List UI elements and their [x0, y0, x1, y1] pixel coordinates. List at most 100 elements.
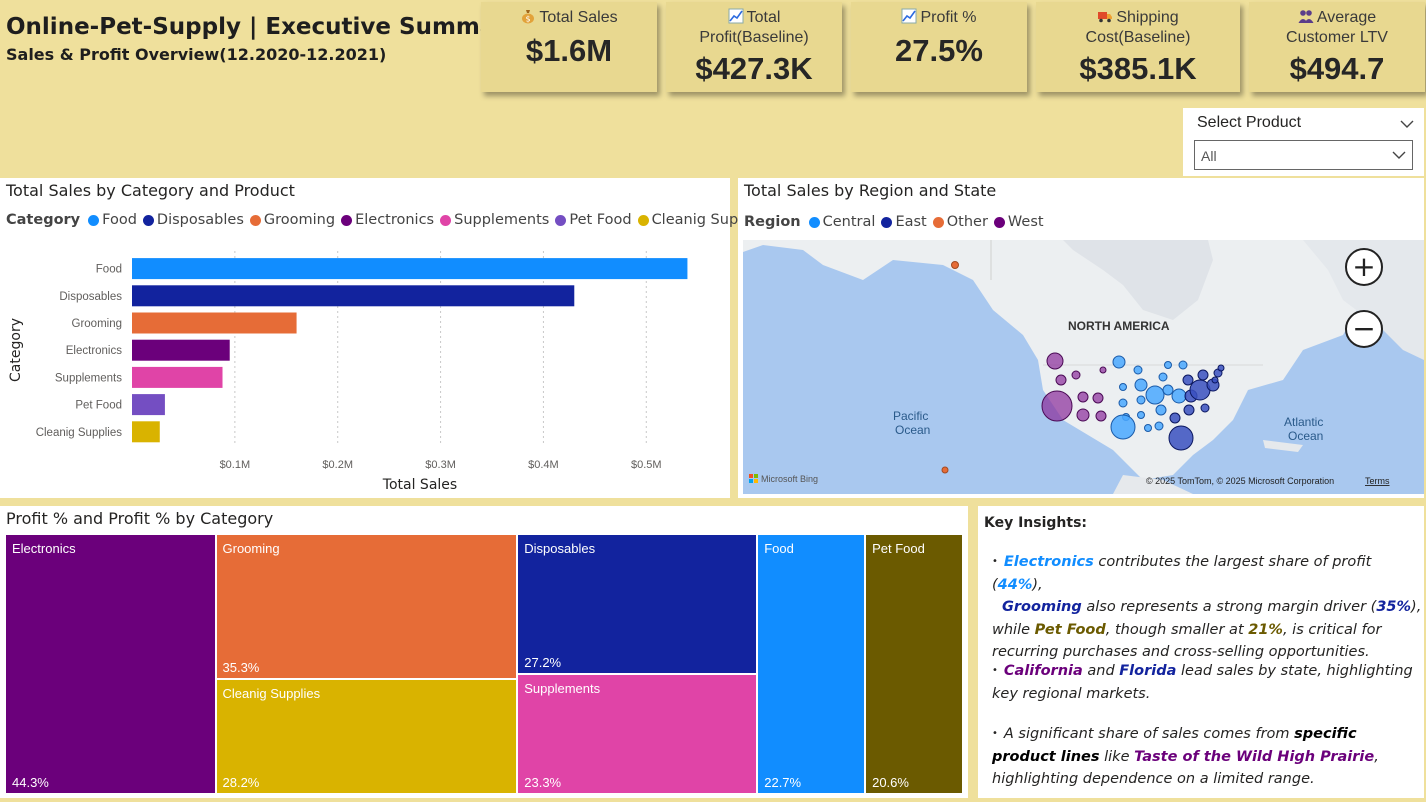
region-legend: Region Central East Other West [744, 214, 1050, 230]
kpi-card-average-ltv[interactable]: Average Customer LTV $494.7 [1249, 2, 1425, 92]
x-tick-label: $0.3M [425, 459, 456, 471]
legend-item-west[interactable]: West [993, 214, 1044, 230]
bar[interactable] [132, 394, 165, 416]
terms-link[interactable]: Terms [1365, 476, 1390, 486]
tile-value-label: 27.2% [524, 655, 562, 671]
microsoft-logo-icon [749, 474, 758, 483]
treemap-tile-electronics[interactable]: Electronics 44.3% [5, 534, 216, 794]
ocean-label: Atlantic [1284, 415, 1323, 429]
state-bubble [1071, 370, 1081, 380]
tile-category-label: Food [764, 541, 794, 556]
ocean-label: Ocean [895, 423, 930, 437]
legend-item-east[interactable]: East [881, 214, 927, 230]
bar[interactable] [132, 258, 688, 280]
bar-plot: $0.1M $0.2M $0.3M $0.4M $0.5M Food Disposables… [8, 251, 688, 493]
state-bubble [1077, 391, 1089, 403]
state-bubble [1200, 403, 1210, 413]
bar[interactable] [132, 285, 575, 307]
tile-value-label: 28.2% [222, 774, 260, 790]
insight-highlight: Florida [1119, 663, 1177, 679]
state-bubble [1164, 361, 1172, 369]
zoom-in-button[interactable]: + [1345, 248, 1383, 286]
x-axis-title: Total Sales [382, 477, 457, 493]
state-bubble [1046, 352, 1064, 370]
state-bubble [1183, 404, 1195, 416]
chevron-down-icon[interactable] [1400, 117, 1414, 131]
legend-marker [881, 216, 893, 228]
state-bubble [1136, 395, 1146, 405]
legend-marker [932, 216, 944, 228]
category-label: Disposables [59, 291, 122, 303]
x-tick-label: $0.2M [322, 459, 353, 471]
legend-title: Region [744, 214, 801, 230]
continent-label: NORTH AMERICA [1068, 319, 1170, 333]
category-label: Pet Food [75, 400, 122, 412]
state-bubble [941, 466, 949, 474]
state-bubble [1112, 355, 1126, 369]
sales-by-category-chart[interactable]: Total Sales by Category and Product Cate… [0, 178, 772, 498]
insight-highlight: 44% [997, 576, 1033, 593]
kpi-label: Profit % [920, 9, 977, 26]
treemap-tile-supplements[interactable]: Supplements 23.3% [517, 674, 758, 794]
slicer-title: Select Product [1197, 114, 1302, 131]
product-dropdown[interactable]: All [1194, 140, 1413, 170]
kpi-card-total-profit[interactable]: Total Profit(Baseline) $427.3K [666, 2, 842, 92]
bar[interactable] [132, 421, 160, 443]
insight-text: ), [1032, 576, 1043, 593]
state-bubble [1092, 392, 1104, 404]
kpi-value: $494.7 [1289, 51, 1385, 86]
state-bubble [1182, 374, 1194, 386]
kpi-card-total-sales[interactable]: $ Total Sales $1.6M [481, 2, 657, 92]
bar[interactable] [132, 339, 230, 361]
zoom-out-button[interactable]: − [1345, 310, 1383, 348]
people-icon [1298, 10, 1314, 23]
map-canvas[interactable]: NORTH AMERICA Pacific Ocean Atlantic Oce… [743, 240, 1424, 494]
sales-by-region-map[interactable]: Total Sales by Region and State Region C… [738, 178, 1424, 498]
kpi-card-profit-percent[interactable]: Profit % 27.5% [851, 2, 1027, 92]
bar[interactable] [132, 312, 297, 334]
legend-item-central[interactable]: Central [808, 214, 876, 230]
kpi-value: $385.1K [1079, 51, 1197, 86]
insight-products: • A significant share of sales comes from… [992, 726, 1379, 787]
state-bubble [1095, 410, 1107, 422]
insight-highlight: Electronics [1003, 554, 1094, 570]
dropdown-value: All [1201, 148, 1217, 164]
tile-category-label: Supplements [524, 681, 601, 697]
legend-marker [808, 216, 820, 228]
product-slicer[interactable]: Select Product All [1183, 108, 1424, 176]
x-tick-label: $0.1M [220, 459, 251, 471]
tile-category-label: Grooming [222, 541, 280, 556]
key-insights-panel: Key Insights: • Electronics contributes t… [978, 506, 1424, 798]
map-title: Total Sales by Region and State [744, 181, 997, 200]
kpi-card-shipping-cost[interactable]: Shipping Cost(Baseline) $385.1K [1036, 2, 1240, 92]
treemap-tile-food[interactable]: Food 22.7% [757, 534, 866, 794]
trend-chart-icon [728, 8, 744, 24]
insight-text: like [1099, 748, 1135, 765]
tile-value-label: 35.3% [222, 659, 260, 675]
kpi-label: Total Profit(Baseline) [699, 9, 809, 46]
insight-highlight: 35% [1376, 599, 1412, 615]
treemap-tile-disposables[interactable]: Disposables 27.2% [517, 534, 758, 675]
chevron-down-icon[interactable] [1392, 149, 1406, 161]
state-bubble [1169, 412, 1181, 424]
kpi-label: Total Sales [539, 9, 618, 26]
bar[interactable] [132, 366, 223, 388]
category-label: Electronics [66, 345, 122, 357]
state-bubble [1119, 383, 1127, 391]
legend-label: Central [822, 214, 876, 230]
legend-label: Other [946, 214, 988, 230]
treemap-tile-grooming[interactable]: Grooming 35.3% [215, 534, 518, 679]
ocean-label: Ocean [1288, 429, 1323, 443]
kpi-value: 27.5% [895, 33, 983, 68]
state-bubble [1197, 369, 1209, 381]
insight-highlight: California [1003, 663, 1083, 679]
state-bubble [1171, 388, 1187, 404]
state-bubble [1055, 374, 1067, 386]
kpi-value: $1.6M [525, 33, 613, 68]
treemap-tile-cleanig-supplies[interactable]: Cleanig Supplies 28.2% [215, 678, 518, 794]
legend-item-other[interactable]: Other [932, 214, 988, 230]
profit-by-category-treemap[interactable]: Profit % and Profit % by Category Electr… [0, 506, 968, 798]
state-bubble [1099, 366, 1107, 374]
x-tick-label: $0.5M [631, 459, 662, 471]
treemap-tile-pet-food[interactable]: Pet Food 20.6% [865, 534, 963, 794]
